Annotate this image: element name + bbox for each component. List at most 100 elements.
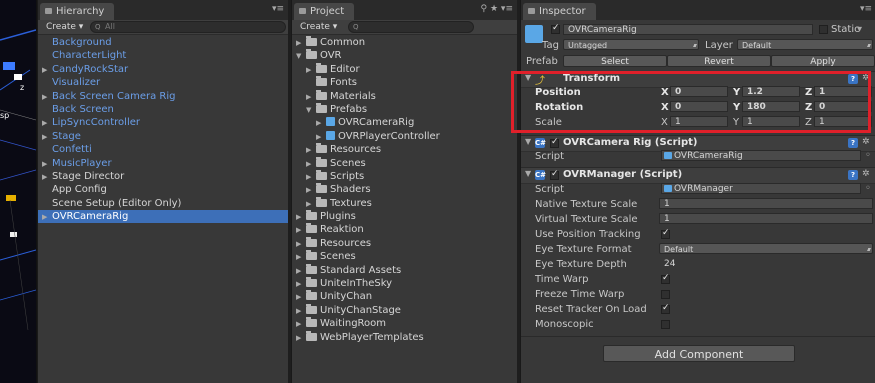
project-item[interactable]: ▶ Plugins bbox=[292, 210, 517, 223]
foldout-right-icon[interactable]: ▶ bbox=[296, 224, 306, 237]
virtual-texture-scale-field[interactable]: 1 bbox=[659, 213, 873, 224]
help-icon[interactable]: ? bbox=[848, 170, 858, 180]
project-item[interactable]: ▶ Editor bbox=[292, 62, 517, 77]
hierarchy-item[interactable]: CharacterLight bbox=[38, 49, 288, 62]
foldout-down-icon[interactable]: ▼ bbox=[525, 137, 531, 146]
native-texture-scale-field[interactable]: 1 bbox=[659, 198, 873, 209]
add-component-button[interactable]: Add Component bbox=[603, 345, 795, 362]
panel-menu-icon[interactable]: ▾≡ bbox=[860, 4, 872, 14]
eye-texture-format-dropdown[interactable]: Default bbox=[659, 243, 873, 255]
project-item[interactable]: ▶ Scripts bbox=[292, 169, 517, 184]
project-item[interactable]: ▶ Standard Assets bbox=[292, 263, 517, 278]
tag-dropdown[interactable]: Untagged bbox=[563, 39, 699, 51]
foldout-right-icon[interactable]: ▶ bbox=[306, 91, 316, 104]
project-item[interactable]: ▶ OVRPlayerController bbox=[292, 130, 517, 143]
panel-menu-icon[interactable]: ▾≡ bbox=[272, 4, 284, 14]
foldout-right-icon[interactable]: ▶ bbox=[42, 131, 52, 144]
object-picker-icon[interactable]: ◦ bbox=[865, 183, 871, 194]
component-enabled-checkbox[interactable] bbox=[550, 169, 559, 180]
foldout-right-icon[interactable]: ▶ bbox=[296, 265, 306, 278]
project-item[interactable]: ▶ Resources bbox=[292, 143, 517, 156]
foldout-right-icon[interactable]: ▶ bbox=[296, 211, 306, 224]
project-item[interactable]: ▶ UnityChan bbox=[292, 290, 517, 303]
project-search-input[interactable] bbox=[348, 21, 474, 33]
prefab-apply-button[interactable]: Apply bbox=[771, 55, 875, 67]
freeze-time-warp-checkbox[interactable] bbox=[661, 290, 670, 299]
foldout-down-icon[interactable]: ▼ bbox=[306, 104, 316, 117]
static-checkbox[interactable] bbox=[819, 25, 828, 34]
foldout-right-icon[interactable]: ▶ bbox=[296, 278, 306, 291]
hierarchy-item[interactable]: ▶ Back Screen Camera Rig bbox=[38, 90, 288, 103]
foldout-right-icon[interactable]: ▶ bbox=[42, 91, 52, 104]
manager-script-field[interactable]: OVRManager bbox=[661, 183, 861, 194]
foldout-right-icon[interactable]: ▶ bbox=[316, 117, 326, 130]
foldout-right-icon[interactable]: ▶ bbox=[42, 64, 52, 77]
prefab-revert-button[interactable]: Revert bbox=[667, 55, 771, 67]
foldout-right-icon[interactable]: ▶ bbox=[316, 131, 326, 144]
foldout-right-icon[interactable]: ▶ bbox=[306, 64, 316, 77]
foldout-right-icon[interactable]: ▶ bbox=[296, 251, 306, 264]
gear-icon[interactable]: ✲ bbox=[862, 137, 870, 147]
hierarchy-item[interactable]: ▶ Stage Director bbox=[38, 170, 288, 183]
project-item[interactable]: ▼ OVR bbox=[292, 49, 517, 62]
project-item[interactable]: ▶ OVRCameraRig bbox=[292, 116, 517, 129]
foldout-right-icon[interactable]: ▶ bbox=[42, 117, 52, 130]
hierarchy-item[interactable]: Visualizer bbox=[38, 76, 288, 89]
project-item[interactable]: ▶ Shaders bbox=[292, 183, 517, 196]
hierarchy-item[interactable]: ▶ CandyRockStar bbox=[38, 63, 288, 76]
foldout-right-icon[interactable]: ▶ bbox=[296, 238, 306, 251]
foldout-down-icon[interactable]: ▼ bbox=[296, 50, 306, 63]
foldout-right-icon[interactable]: ▶ bbox=[296, 332, 306, 345]
object-picker-icon[interactable]: ◦ bbox=[865, 150, 871, 161]
project-item[interactable]: ▶ Common bbox=[292, 36, 517, 49]
layer-dropdown[interactable]: Default bbox=[737, 39, 873, 51]
scene-view[interactable]: z sp bbox=[0, 0, 37, 383]
project-create-button[interactable]: Create ▾ bbox=[300, 21, 337, 33]
use-position-tracking-checkbox[interactable] bbox=[661, 228, 670, 239]
hierarchy-item[interactable]: Scene Setup (Editor Only) bbox=[38, 197, 288, 210]
hierarchy-item[interactable]: ▶ Stage bbox=[38, 130, 288, 143]
foldout-right-icon[interactable]: ▶ bbox=[42, 211, 52, 224]
project-item[interactable]: ▶ UnityChanStage bbox=[292, 303, 517, 318]
foldout-right-icon[interactable]: ▶ bbox=[306, 184, 316, 197]
project-tab[interactable]: Project bbox=[294, 3, 355, 20]
hierarchy-tab[interactable]: Hierarchy bbox=[40, 3, 115, 20]
foldout-down-icon[interactable]: ▼ bbox=[525, 169, 531, 178]
project-item[interactable]: ▶ Scenes bbox=[292, 156, 517, 170]
project-item[interactable]: ▶ Reaktion bbox=[292, 223, 517, 236]
reset-tracker-checkbox[interactable] bbox=[661, 303, 670, 314]
active-checkbox[interactable] bbox=[551, 23, 560, 34]
foldout-right-icon[interactable]: ▶ bbox=[296, 318, 306, 331]
project-item[interactable]: ▼ Prefabs bbox=[292, 102, 517, 117]
foldout-right-icon[interactable]: ▶ bbox=[42, 171, 52, 184]
hierarchy-item[interactable]: ▶ OVRCameraRig bbox=[38, 210, 288, 224]
component-enabled-checkbox[interactable] bbox=[550, 137, 559, 148]
hierarchy-item[interactable]: Confetti bbox=[38, 143, 288, 156]
foldout-right-icon[interactable]: ▶ bbox=[306, 171, 316, 184]
hierarchy-search-input[interactable]: All bbox=[90, 21, 286, 33]
project-item[interactable]: ▶ Textures bbox=[292, 196, 517, 211]
inspector-tab[interactable]: Inspector bbox=[523, 3, 596, 20]
project-item[interactable]: ▶ WebPlayerTemplates bbox=[292, 330, 517, 345]
help-icon[interactable]: ? bbox=[848, 138, 858, 148]
hierarchy-item[interactable]: ▶ MusicPlayer bbox=[38, 157, 288, 170]
project-tools-icon[interactable]: ⚲ ★ ▾≡ bbox=[481, 4, 513, 14]
hierarchy-item[interactable]: Back Screen bbox=[38, 103, 288, 116]
hierarchy-item[interactable]: ▶ LipSyncController bbox=[38, 116, 288, 129]
foldout-right-icon[interactable]: ▶ bbox=[296, 305, 306, 318]
time-warp-checkbox[interactable] bbox=[661, 273, 670, 284]
project-item[interactable]: ▶ UniteInTheSky bbox=[292, 277, 517, 290]
foldout-right-icon[interactable]: ▶ bbox=[306, 144, 316, 157]
foldout-right-icon[interactable]: ▶ bbox=[296, 37, 306, 50]
prefab-select-button[interactable]: Select bbox=[563, 55, 667, 67]
project-item[interactable]: ▶ WaitingRoom bbox=[292, 317, 517, 330]
foldout-right-icon[interactable]: ▶ bbox=[306, 198, 316, 211]
ovrmanager-header[interactable]: ▼ C# OVRManager (Script) ? ✲ bbox=[521, 167, 875, 184]
project-item[interactable]: ▶ Resources bbox=[292, 236, 517, 251]
create-button[interactable]: Create ▾ bbox=[46, 21, 83, 33]
gear-icon[interactable]: ✲ bbox=[862, 169, 870, 179]
object-name-field[interactable]: OVRCameraRig bbox=[563, 24, 813, 35]
script-object-field[interactable]: OVRCameraRig bbox=[661, 150, 861, 161]
foldout-right-icon[interactable]: ▶ bbox=[296, 291, 306, 304]
project-item[interactable]: Fonts bbox=[292, 76, 517, 89]
